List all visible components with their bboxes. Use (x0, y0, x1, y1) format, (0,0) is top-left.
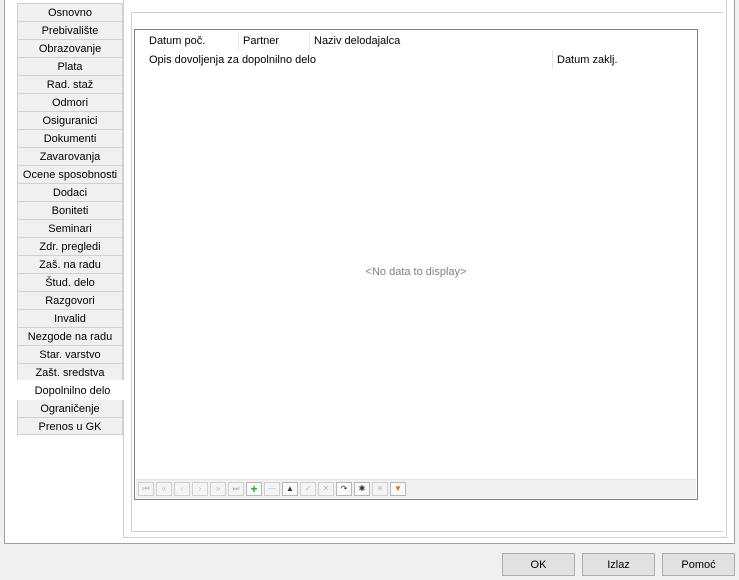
tab-stud-delo[interactable]: Štud. delo (17, 273, 123, 291)
tab-nezgode-na-radu[interactable]: Nezgode na radu (17, 327, 123, 345)
grid-header-row-2: Opis dovoljenja za dopolnilno delo Datum… (145, 51, 695, 69)
tab-zas-na-radu[interactable]: Zaš. na radu (17, 255, 123, 273)
tab-invalid[interactable]: Invalid (17, 309, 123, 327)
pomoc-button[interactable]: Pomoć (662, 553, 735, 576)
post-edit-icon[interactable]: ✓ (300, 482, 316, 496)
tab-dodaci[interactable]: Dodaci (17, 183, 123, 201)
cancel-edit-icon[interactable]: ✕ (318, 482, 334, 496)
column-header-partner[interactable]: Partner (238, 32, 309, 50)
next-record-icon[interactable]: › (192, 482, 208, 496)
column-header-datum-poc[interactable]: Datum poč. (145, 32, 237, 50)
tab-ogranicenje[interactable]: Ograničenje (17, 399, 123, 417)
tab-plata[interactable]: Plata (17, 57, 123, 75)
delete-record-icon[interactable]: — (264, 482, 280, 496)
first-record-icon[interactable]: ⏮ (138, 482, 154, 496)
clear-bookmark-icon[interactable]: ✳ (372, 482, 388, 496)
last-record-icon[interactable]: ⏭ (228, 482, 244, 496)
add-record-icon[interactable]: + (246, 482, 262, 496)
data-grid[interactable]: Datum poč. Partner Naziv delodajalca Opi… (134, 29, 698, 500)
column-header-datum-zaklj[interactable]: Datum zaklj. (552, 51, 687, 69)
tab-obrazovanje[interactable]: Obrazovanje (17, 39, 123, 57)
tab-rad-staz[interactable]: Rad. staž (17, 75, 123, 93)
izlaz-button[interactable]: Izlaz (582, 553, 655, 576)
tab-zast-sredstva[interactable]: Zašt. sredstva (17, 363, 123, 381)
tab-odmori[interactable]: Odmori (17, 93, 123, 111)
edit-record-icon[interactable]: ▲ (282, 482, 298, 496)
tab-seminari[interactable]: Seminari (17, 219, 123, 237)
refresh-icon[interactable]: ↷ (336, 482, 352, 496)
tab-list: Osnovno Prebivalište Obrazovanje Plata R… (17, 3, 127, 435)
tab-zavarovanja[interactable]: Zavarovanja (17, 147, 123, 165)
column-header-naziv-delodajalca[interactable]: Naziv delodajalca (309, 32, 434, 50)
tab-prenos-u-gk[interactable]: Prenos u GK (17, 417, 123, 435)
ok-button[interactable]: OK (502, 553, 575, 576)
tab-osiguranici[interactable]: Osiguranici (17, 111, 123, 129)
prev-page-icon[interactable]: « (156, 482, 172, 496)
bookmark-icon[interactable]: ✱ (354, 482, 370, 496)
tab-star-varstvo[interactable]: Star. varstvo (17, 345, 123, 363)
empty-grid-message: <No data to display> (365, 266, 467, 278)
next-page-icon[interactable]: » (210, 482, 226, 496)
tab-osnovno[interactable]: Osnovno (17, 3, 123, 21)
prev-record-icon[interactable]: ‹ (174, 482, 190, 496)
tab-zdr-pregledi[interactable]: Zdr. pregledi (17, 237, 123, 255)
tab-dokumenti[interactable]: Dokumenti (17, 129, 123, 147)
tab-dopolnilno-delo[interactable]: Dopolnilno delo (17, 380, 127, 400)
filter-icon[interactable]: ▼ (390, 482, 406, 496)
grid-navigator: ⏮ « ‹ › » ⏭ + — ▲ ✓ ✕ ↷ ✱ ✳ ▼ (136, 479, 696, 498)
tab-boniteti[interactable]: Boniteti (17, 201, 123, 219)
column-header-opis-dovoljenja[interactable]: Opis dovoljenja za dopolnilno delo (145, 51, 544, 69)
tab-prebivaliste[interactable]: Prebivalište (17, 21, 123, 39)
tab-razgovori[interactable]: Razgovori (17, 291, 123, 309)
tab-ocene-sposobnosti[interactable]: Ocene sposobnosti (17, 165, 123, 183)
